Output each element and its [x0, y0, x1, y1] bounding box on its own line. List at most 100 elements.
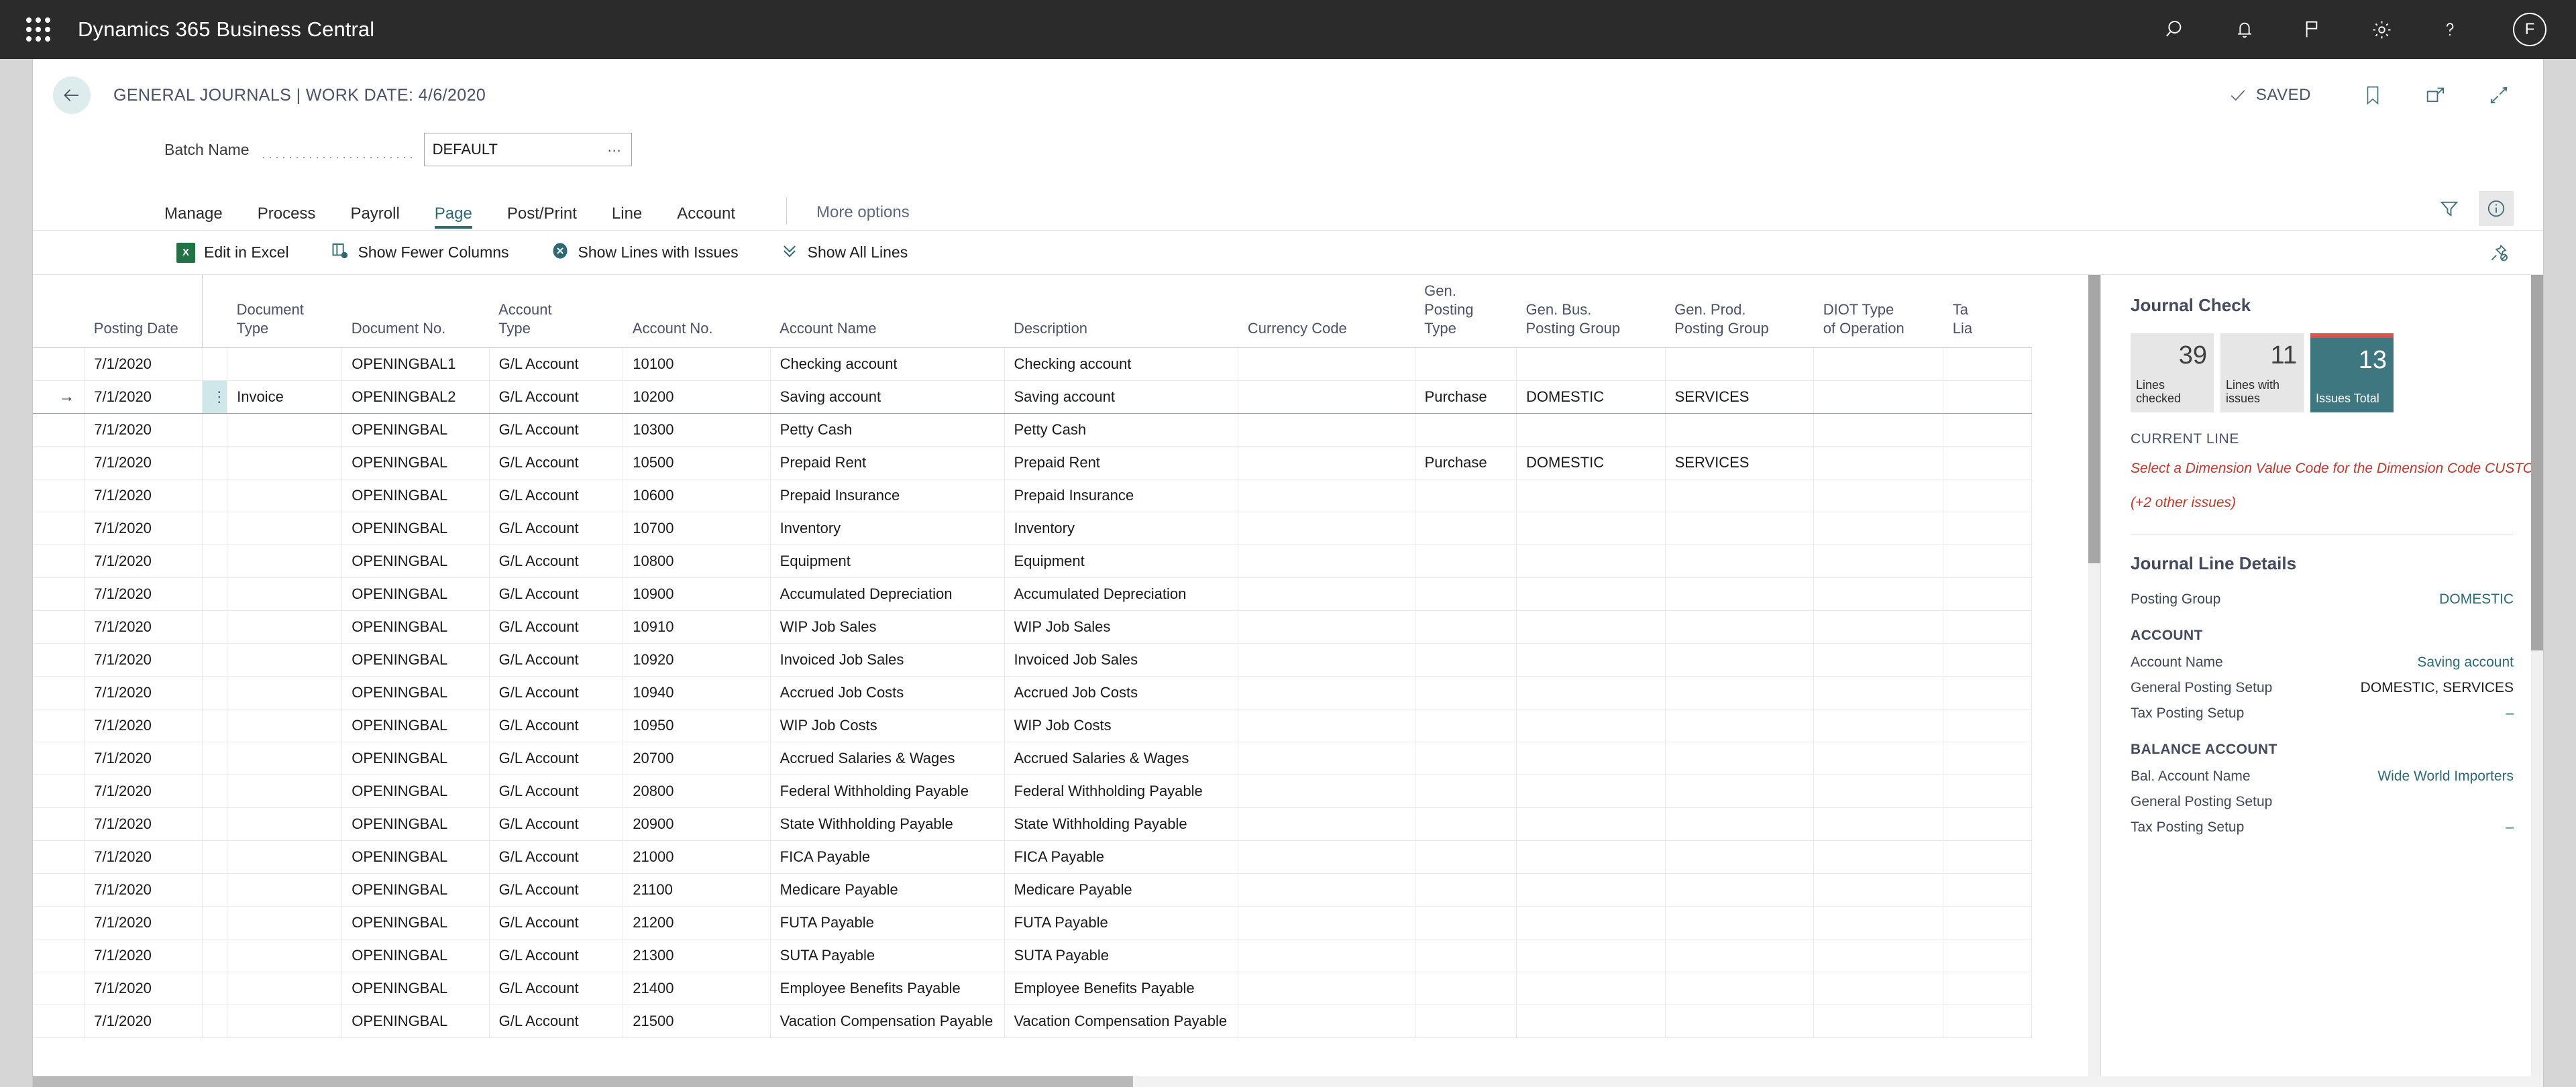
- cell-tax-liable[interactable]: [1943, 413, 2032, 447]
- cell-gen-prod-posting-group[interactable]: [1665, 610, 1815, 644]
- cell-description[interactable]: Inventory: [1004, 512, 1239, 546]
- table-row[interactable]: 7/1/2020 OPENINGBAL G/L Account 21100 Medica…: [33, 873, 2032, 907]
- cell-document-type[interactable]: [227, 676, 343, 710]
- cell-diot-type[interactable]: [1813, 972, 1944, 1006]
- row-actions-menu[interactable]: [202, 840, 228, 874]
- cell-gen-bus-posting-group[interactable]: [1516, 709, 1666, 743]
- cell-posting-date[interactable]: 7/1/2020: [84, 840, 203, 874]
- row-actions-menu[interactable]: [202, 643, 228, 677]
- cell-gen-posting-type[interactable]: [1415, 643, 1517, 677]
- cell-diot-type[interactable]: [1813, 446, 1944, 480]
- cell-document-type[interactable]: [227, 742, 343, 776]
- table-row[interactable]: 7/1/2020 OPENINGBAL G/L Account 10300 Petty …: [33, 413, 2032, 447]
- cell-tax-liable[interactable]: [1943, 775, 2032, 809]
- cell-gen-posting-type[interactable]: [1415, 906, 1517, 940]
- cell-posting-date[interactable]: 7/1/2020: [84, 347, 203, 382]
- cell-document-type[interactable]: [227, 906, 343, 940]
- table-row[interactable]: 7/1/2020 OPENINGBAL G/L Account 10700 Invent…: [33, 512, 2032, 546]
- col-header-description[interactable]: Description: [1004, 275, 1238, 349]
- cell-currency-code[interactable]: [1238, 873, 1415, 907]
- cell-account-no[interactable]: 21000: [623, 840, 771, 874]
- cell-description[interactable]: Federal Withholding Payable: [1004, 775, 1239, 809]
- table-row[interactable]: 7/1/2020 OPENINGBAL G/L Account 21300 SUTA P…: [33, 939, 2032, 973]
- cell-gen-prod-posting-group[interactable]: SERVICES: [1665, 446, 1815, 480]
- user-avatar[interactable]: F: [2513, 13, 2546, 46]
- col-header-tax-liable[interactable]: Ta Lia: [1943, 275, 2032, 349]
- table-row[interactable]: → 7/1/2020 ⋮ Invoice OPENINGBAL2 G/L Account 1…: [33, 380, 2032, 414]
- cell-gen-prod-posting-group[interactable]: [1665, 545, 1815, 579]
- cell-gen-posting-type[interactable]: [1415, 676, 1517, 710]
- cell-currency-code[interactable]: [1238, 775, 1415, 809]
- cell-account-no[interactable]: 21400: [623, 972, 771, 1006]
- cell-gen-bus-posting-group[interactable]: [1516, 512, 1666, 546]
- edit-in-excel-button[interactable]: X Edit in Excel: [176, 242, 289, 263]
- cell-description[interactable]: Accrued Salaries & Wages: [1004, 742, 1239, 776]
- cell-account-name[interactable]: Prepaid Rent: [770, 446, 1005, 480]
- cell-account-no[interactable]: 21200: [623, 906, 771, 940]
- table-row[interactable]: 7/1/2020 OPENINGBAL G/L Account 21400 Employ…: [33, 972, 2032, 1006]
- table-row[interactable]: 7/1/2020 OPENINGBAL G/L Account 20700 Accrue…: [33, 742, 2032, 776]
- cell-gen-bus-posting-group[interactable]: DOMESTIC: [1516, 446, 1666, 480]
- cell-tax-liable[interactable]: [1943, 643, 2032, 677]
- cell-gen-prod-posting-group[interactable]: [1665, 742, 1815, 776]
- cell-document-no[interactable]: OPENINGBAL: [341, 972, 490, 1006]
- cell-currency-code[interactable]: [1238, 742, 1415, 776]
- cell-gen-prod-posting-group[interactable]: [1665, 807, 1815, 842]
- cell-account-no[interactable]: 20900: [623, 807, 771, 842]
- posting-group-value[interactable]: DOMESTIC: [2439, 591, 2514, 608]
- cell-gen-bus-posting-group[interactable]: [1516, 610, 1666, 644]
- cell-tax-liable[interactable]: [1943, 709, 2032, 743]
- cell-account-name[interactable]: Medicare Payable: [770, 873, 1005, 907]
- cell-gen-posting-type[interactable]: [1415, 742, 1517, 776]
- cell-diot-type[interactable]: [1813, 939, 1944, 973]
- cell-diot-type[interactable]: [1813, 347, 1944, 382]
- col-header-gen-bus-posting-group[interactable]: Gen. Bus. Posting Group: [1516, 275, 1666, 349]
- cell-account-name[interactable]: Saving account: [770, 380, 1005, 414]
- cell-account-name[interactable]: Checking account: [770, 347, 1005, 382]
- table-row[interactable]: 7/1/2020 OPENINGBAL G/L Account 10940 Accrue…: [33, 676, 2032, 710]
- row-actions-menu[interactable]: [202, 972, 228, 1006]
- cell-account-type[interactable]: G/L Account: [489, 413, 624, 447]
- cell-gen-prod-posting-group[interactable]: [1665, 939, 1815, 973]
- bal-account-name-value[interactable]: Wide World Importers: [2377, 768, 2514, 785]
- cell-account-name[interactable]: FICA Payable: [770, 840, 1005, 874]
- cell-currency-code[interactable]: [1238, 807, 1415, 842]
- cell-currency-code[interactable]: [1238, 479, 1415, 513]
- cell-description[interactable]: Checking account: [1004, 347, 1239, 382]
- cell-diot-type[interactable]: [1813, 676, 1944, 710]
- cell-diot-type[interactable]: [1813, 380, 1944, 414]
- cell-gen-prod-posting-group[interactable]: [1665, 873, 1815, 907]
- cell-document-type[interactable]: [227, 709, 343, 743]
- cell-gen-prod-posting-group[interactable]: [1665, 709, 1815, 743]
- unpin-icon[interactable]: [2484, 238, 2514, 268]
- cell-gen-posting-type[interactable]: [1415, 545, 1517, 579]
- cell-posting-date[interactable]: 7/1/2020: [84, 545, 203, 579]
- cell-document-no[interactable]: OPENINGBAL: [341, 873, 490, 907]
- cell-diot-type[interactable]: [1813, 873, 1944, 907]
- cell-gen-bus-posting-group[interactable]: [1516, 577, 1666, 612]
- cell-document-type[interactable]: [227, 446, 343, 480]
- cell-gen-bus-posting-group[interactable]: [1516, 347, 1666, 382]
- cell-account-name[interactable]: State Withholding Payable: [770, 807, 1005, 842]
- cell-document-type[interactable]: [227, 1005, 343, 1039]
- grid-vertical-scrollbar[interactable]: [2088, 275, 2100, 1087]
- cell-gen-posting-type[interactable]: Purchase: [1415, 446, 1517, 480]
- show-lines-with-issues-button[interactable]: Show Lines with Issues: [551, 241, 739, 264]
- cell-document-no[interactable]: OPENINGBAL1: [341, 347, 490, 382]
- cell-gen-prod-posting-group[interactable]: [1665, 479, 1815, 513]
- cell-tax-liable[interactable]: [1943, 906, 2032, 940]
- cell-account-type[interactable]: G/L Account: [489, 512, 624, 546]
- tab-process[interactable]: Process: [258, 206, 316, 230]
- cell-document-no[interactable]: OPENINGBAL: [341, 906, 490, 940]
- cell-account-name[interactable]: Federal Withholding Payable: [770, 775, 1005, 809]
- cell-posting-date[interactable]: 7/1/2020: [84, 446, 203, 480]
- cell-posting-date[interactable]: 7/1/2020: [84, 479, 203, 513]
- cell-document-no[interactable]: OPENINGBAL: [341, 840, 490, 874]
- cell-description[interactable]: WIP Job Costs: [1004, 709, 1239, 743]
- cell-document-type[interactable]: [227, 939, 343, 973]
- cell-account-no[interactable]: 10950: [623, 709, 771, 743]
- cell-account-no[interactable]: 10800: [623, 545, 771, 579]
- cell-description[interactable]: Employee Benefits Payable: [1004, 972, 1239, 1006]
- cell-gen-prod-posting-group[interactable]: [1665, 512, 1815, 546]
- cell-account-type[interactable]: G/L Account: [489, 873, 624, 907]
